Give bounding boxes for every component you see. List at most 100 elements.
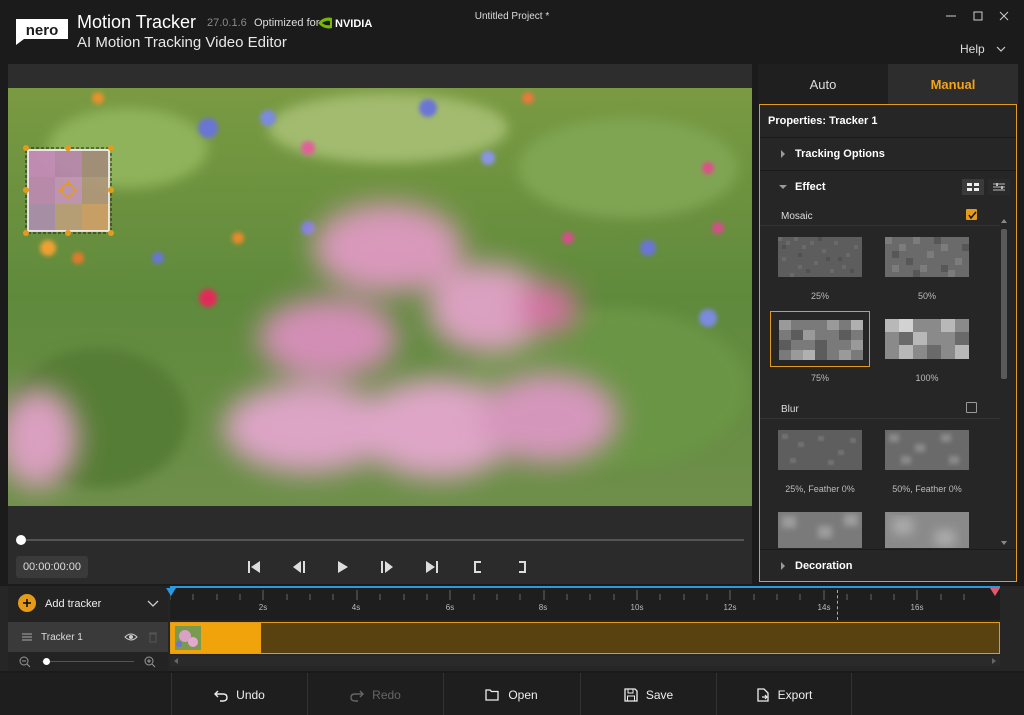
bottom-toolbar: Undo Redo Open Save Export [0,673,1024,715]
previous-frame-icon[interactable] [290,558,308,576]
blur-checkbox[interactable] [966,402,977,413]
save-button[interactable]: Save [580,673,716,715]
clip-thumbnail [175,626,201,650]
ruler-ticks [170,590,965,600]
blur-option-75[interactable] [770,504,870,548]
scroll-left-icon[interactable] [172,656,180,666]
decoration-section[interactable]: Decoration [760,550,1016,582]
chevron-down-icon[interactable] [147,600,159,608]
video-top-bar [8,64,752,88]
export-icon [757,688,769,702]
properties-title: Properties: Tracker 1 [768,115,878,127]
skip-to-start-icon[interactable] [245,558,263,576]
mosaic-caption: 25% [810,291,829,301]
mosaic-option-100[interactable] [877,311,977,367]
add-tracker-label[interactable]: Add tracker [45,598,101,610]
blur-caption: 25%, Feather 0% [785,484,855,494]
sliders-icon [993,183,1005,191]
tick-label: 2s [258,603,268,612]
blur-label: Blur [781,404,799,415]
undo-icon [214,690,228,702]
export-button[interactable]: Export [716,673,852,715]
project-title: Untitled Project * [474,11,550,22]
blur-option-25[interactable] [770,422,870,478]
mark-out-icon[interactable] [513,558,531,576]
eye-icon[interactable] [124,632,138,642]
chevron-right-icon [781,562,785,570]
close-button[interactable] [994,8,1014,24]
plus-icon [23,599,31,607]
tab-manual[interactable]: Manual [888,64,1018,104]
checkmark-icon [968,211,977,220]
maximize-button[interactable] [968,8,988,24]
tracker-clip[interactable] [170,622,1000,654]
title-bar: nero Motion Tracker 27.0.1.6 Optimized f… [0,0,1024,64]
logo-text: nero [26,22,59,39]
seek-handle[interactable] [16,535,26,545]
zoom-slider-handle[interactable] [43,658,50,665]
tracking-options-section[interactable]: Tracking Options [760,138,1016,170]
close-icon [999,11,1009,21]
mosaic-option-75[interactable] [770,311,870,367]
properties-panel: Properties: Tracker 1 Tracking Options E… [759,104,1017,582]
effect-label: Effect [795,181,826,193]
scroll-thumb[interactable] [1001,229,1007,379]
trash-icon[interactable] [148,631,158,643]
playhead-marker[interactable] [166,588,176,598]
player-controls: 00:00:00:00 [8,552,752,584]
blur-option-50[interactable] [877,422,977,478]
save-label: Save [645,687,674,702]
tick-label: 14s [817,603,831,612]
mosaic-75-preview [779,320,863,360]
timecode-display: 00:00:00:00 [16,556,88,578]
mosaic-50-preview [885,237,969,277]
timeline-scrollbar[interactable] [170,656,1000,666]
open-button[interactable]: Open [443,673,579,715]
blur-option-100[interactable] [877,504,977,548]
end-marker[interactable] [990,588,1000,598]
skip-to-end-icon[interactable] [423,558,441,576]
tab-auto[interactable]: Auto [758,64,888,104]
properties-scrollbar[interactable] [999,217,1009,547]
add-tracker-button[interactable] [18,594,36,612]
mark-in-icon[interactable] [469,558,487,576]
redo-label: Redo [372,687,401,702]
open-label: Open [508,687,538,702]
zoom-in-icon[interactable] [144,656,156,668]
scroll-down-icon[interactable] [999,539,1009,547]
decoration-label: Decoration [795,560,853,572]
zoom-out-icon[interactable] [19,656,31,668]
maximize-icon [973,11,983,21]
mosaic-100-preview [885,319,969,359]
seek-bar[interactable] [8,530,752,550]
help-label: Help [960,42,985,56]
minimize-button[interactable] [941,8,961,24]
tracker-box[interactable] [23,145,114,236]
mosaic-option-50[interactable] [877,229,977,285]
undo-button[interactable]: Undo [171,673,307,715]
folder-icon [485,689,499,701]
timeline-ruler[interactable]: 2s 4s 6s 8s 10s 12s 14s 16s [166,586,1000,620]
save-icon [624,688,638,702]
mosaic-caption: 50% [917,291,936,301]
redo-button[interactable]: Redo [307,673,443,715]
end-time-indicator [837,590,838,620]
tracker-row[interactable]: Tracker 1 [8,622,168,652]
mosaic-caption: 75% [810,373,829,383]
video-preview[interactable] [8,88,752,506]
redo-icon [350,690,365,702]
mosaic-option-25[interactable] [770,229,870,285]
drag-handle-icon[interactable] [21,632,33,642]
tick-label: 4s [351,603,361,612]
scroll-up-icon[interactable] [999,217,1009,225]
mosaic-checkbox[interactable] [966,209,977,220]
help-menu[interactable]: Help [960,42,1006,56]
next-frame-icon[interactable] [378,558,396,576]
play-icon[interactable] [333,558,351,576]
blur-25-preview [778,430,862,470]
zoom-slider[interactable] [42,661,134,662]
tick-label: 16s [910,603,924,612]
grid-view-button[interactable] [962,179,984,195]
settings-view-button[interactable] [988,179,1010,195]
scroll-right-icon[interactable] [990,656,998,666]
